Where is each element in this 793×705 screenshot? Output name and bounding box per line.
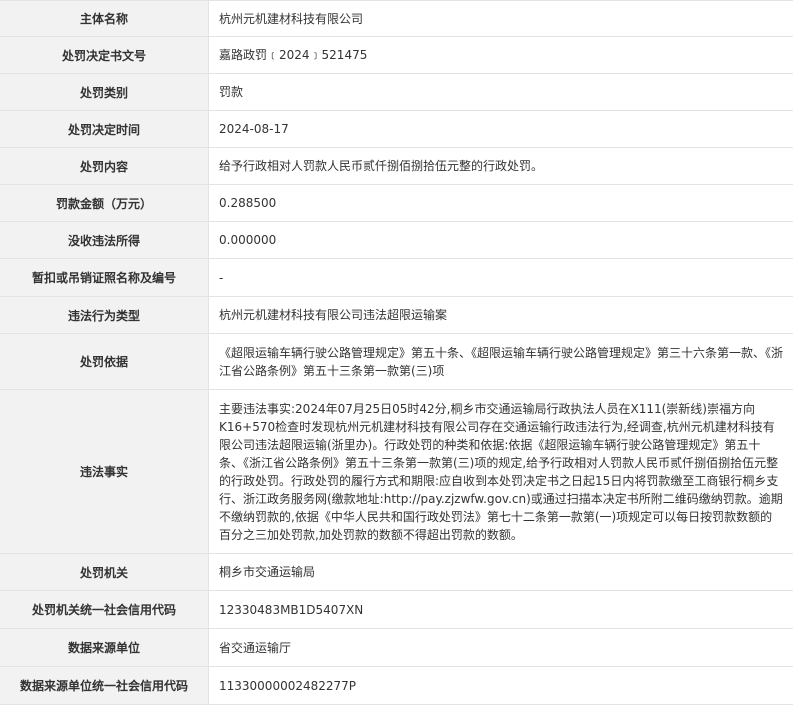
field-label: 处罚内容	[0, 148, 209, 184]
field-value: 主要违法事实:2024年07月25日05时42分,桐乡市交通运输局行政执法人员在…	[219, 401, 783, 542]
field-label: 处罚类别	[0, 74, 209, 110]
row-penalty-content: 处罚内容 给予行政相对人罚款人民币贰仟捌佰捌拾伍元整的行政处罚。	[0, 148, 793, 185]
field-label: 暂扣或吊销证照名称及编号	[0, 259, 209, 296]
row-penalty-category: 处罚类别 罚款	[0, 74, 793, 111]
field-label: 主体名称	[0, 1, 209, 36]
field-label: 违法事实	[0, 390, 209, 553]
row-decision-number: 处罚决定书文号 嘉路政罚﹝2024﹞521475	[0, 37, 793, 74]
field-value: -	[219, 270, 224, 285]
field-value: 嘉路政罚﹝2024﹞521475	[219, 48, 368, 62]
field-value: 罚款	[219, 85, 244, 99]
row-decision-date: 处罚决定时间 2024-08-17	[0, 111, 793, 148]
field-value: 0.288500	[219, 196, 277, 210]
field-label: 处罚决定时间	[0, 111, 209, 147]
row-fine-amount: 罚款金额（万元） 0.288500	[0, 185, 793, 222]
field-label: 罚款金额（万元）	[0, 185, 209, 221]
row-entity-name: 主体名称 杭州元机建材科技有限公司	[0, 1, 793, 37]
field-label: 处罚决定书文号	[0, 37, 209, 73]
field-value: 杭州元机建材科技有限公司	[219, 11, 364, 26]
row-data-source: 数据来源单位 省交通运输厅	[0, 629, 793, 667]
field-value: 11330000002482277P	[219, 678, 357, 693]
field-value: 杭州元机建材科技有限公司违法超限运输案	[219, 308, 448, 322]
field-label: 数据来源单位	[0, 629, 209, 666]
row-violation-facts: 违法事实 主要违法事实:2024年07月25日05时42分,桐乡市交通运输局行政…	[0, 390, 793, 554]
field-value: 桐乡市交通运输局	[219, 565, 316, 579]
row-violation-type: 违法行为类型 杭州元机建材科技有限公司违法超限运输案	[0, 297, 793, 334]
row-penalty-authority: 处罚机关 桐乡市交通运输局	[0, 554, 793, 591]
field-label: 处罚机关统一社会信用代码	[0, 591, 209, 628]
row-license-suspension: 暂扣或吊销证照名称及编号 -	[0, 259, 793, 297]
field-label: 数据来源单位统一社会信用代码	[0, 667, 209, 704]
row-confiscated-income: 没收违法所得 0.000000	[0, 222, 793, 259]
field-value: 12330483MB1D5407XN	[219, 602, 364, 617]
field-label: 处罚机关	[0, 554, 209, 590]
field-value: 2024-08-17	[219, 122, 289, 136]
field-label: 违法行为类型	[0, 297, 209, 333]
penalty-info-table: 主体名称 杭州元机建材科技有限公司 处罚决定书文号 嘉路政罚﹝2024﹞5214…	[0, 0, 793, 705]
field-value: 《超限运输车辆行驶公路管理规定》第五十条、《超限运输车辆行驶公路管理规定》第三十…	[219, 345, 784, 378]
row-data-source-credit-code: 数据来源单位统一社会信用代码 11330000002482277P	[0, 667, 793, 705]
row-legal-basis: 处罚依据 《超限运输车辆行驶公路管理规定》第五十条、《超限运输车辆行驶公路管理规…	[0, 334, 793, 390]
row-authority-credit-code: 处罚机关统一社会信用代码 12330483MB1D5407XN	[0, 591, 793, 629]
field-label: 处罚依据	[0, 334, 209, 389]
field-label: 没收违法所得	[0, 222, 209, 258]
field-value: 0.000000	[219, 233, 277, 247]
field-value: 给予行政相对人罚款人民币贰仟捌佰捌拾伍元整的行政处罚。	[219, 159, 544, 173]
field-value: 省交通运输厅	[219, 640, 292, 655]
